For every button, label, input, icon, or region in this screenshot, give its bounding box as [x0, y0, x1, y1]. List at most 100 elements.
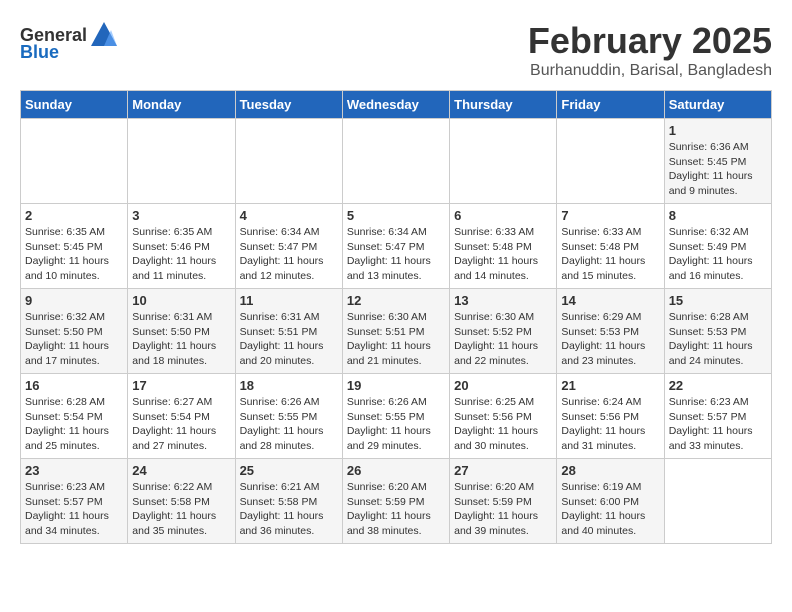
calendar-cell: 23 Sunrise: 6:23 AM Sunset: 5:57 PM Dayli…: [21, 459, 128, 544]
day-number: 12: [347, 293, 445, 308]
calendar-cell: 8 Sunrise: 6:32 AM Sunset: 5:49 PM Daylig…: [664, 204, 771, 289]
location-title: Burhanuddin, Barisal, Bangladesh: [528, 62, 772, 80]
day-info: Sunrise: 6:27 AM Sunset: 5:54 PM Dayligh…: [132, 395, 230, 454]
calendar-cell: 20 Sunrise: 6:25 AM Sunset: 5:56 PM Dayli…: [450, 374, 557, 459]
day-info: Sunrise: 6:32 AM Sunset: 5:49 PM Dayligh…: [669, 225, 767, 284]
calendar-cell: 16 Sunrise: 6:28 AM Sunset: 5:54 PM Dayli…: [21, 374, 128, 459]
day-number: 5: [347, 208, 445, 223]
calendar-cell: 27 Sunrise: 6:20 AM Sunset: 5:59 PM Dayli…: [450, 459, 557, 544]
calendar-cell: 4 Sunrise: 6:34 AM Sunset: 5:47 PM Daylig…: [235, 204, 342, 289]
header-cell-tuesday: Tuesday: [235, 91, 342, 119]
calendar-week-3: 16 Sunrise: 6:28 AM Sunset: 5:54 PM Dayli…: [21, 374, 772, 459]
day-info: Sunrise: 6:21 AM Sunset: 5:58 PM Dayligh…: [240, 480, 338, 539]
day-number: 2: [25, 208, 123, 223]
calendar-cell: 12 Sunrise: 6:30 AM Sunset: 5:51 PM Dayli…: [342, 289, 449, 374]
calendar-cell: 25 Sunrise: 6:21 AM Sunset: 5:58 PM Dayli…: [235, 459, 342, 544]
day-info: Sunrise: 6:26 AM Sunset: 5:55 PM Dayligh…: [240, 395, 338, 454]
calendar-cell: [450, 119, 557, 204]
calendar-header-row: SundayMondayTuesdayWednesdayThursdayFrid…: [21, 91, 772, 119]
day-number: 21: [561, 378, 659, 393]
day-number: 9: [25, 293, 123, 308]
page-header: General Blue February 2025 Burhanuddin, …: [20, 20, 772, 80]
calendar-week-1: 2 Sunrise: 6:35 AM Sunset: 5:45 PM Daylig…: [21, 204, 772, 289]
calendar-cell: 24 Sunrise: 6:22 AM Sunset: 5:58 PM Dayli…: [128, 459, 235, 544]
calendar-cell: 14 Sunrise: 6:29 AM Sunset: 5:53 PM Dayli…: [557, 289, 664, 374]
calendar-cell: [128, 119, 235, 204]
calendar-cell: 2 Sunrise: 6:35 AM Sunset: 5:45 PM Daylig…: [21, 204, 128, 289]
calendar-cell: 18 Sunrise: 6:26 AM Sunset: 5:55 PM Dayli…: [235, 374, 342, 459]
day-info: Sunrise: 6:22 AM Sunset: 5:58 PM Dayligh…: [132, 480, 230, 539]
calendar-cell: 7 Sunrise: 6:33 AM Sunset: 5:48 PM Daylig…: [557, 204, 664, 289]
header-cell-wednesday: Wednesday: [342, 91, 449, 119]
day-info: Sunrise: 6:25 AM Sunset: 5:56 PM Dayligh…: [454, 395, 552, 454]
day-number: 18: [240, 378, 338, 393]
header-cell-thursday: Thursday: [450, 91, 557, 119]
day-number: 20: [454, 378, 552, 393]
day-info: Sunrise: 6:30 AM Sunset: 5:52 PM Dayligh…: [454, 310, 552, 369]
header-cell-sunday: Sunday: [21, 91, 128, 119]
calendar-cell: 17 Sunrise: 6:27 AM Sunset: 5:54 PM Dayli…: [128, 374, 235, 459]
day-info: Sunrise: 6:28 AM Sunset: 5:54 PM Dayligh…: [25, 395, 123, 454]
day-number: 27: [454, 463, 552, 478]
calendar-cell: 28 Sunrise: 6:19 AM Sunset: 6:00 PM Dayli…: [557, 459, 664, 544]
day-number: 13: [454, 293, 552, 308]
day-info: Sunrise: 6:20 AM Sunset: 5:59 PM Dayligh…: [454, 480, 552, 539]
calendar-cell: 21 Sunrise: 6:24 AM Sunset: 5:56 PM Dayli…: [557, 374, 664, 459]
header-cell-monday: Monday: [128, 91, 235, 119]
day-number: 19: [347, 378, 445, 393]
day-number: 10: [132, 293, 230, 308]
calendar-cell: [342, 119, 449, 204]
day-number: 4: [240, 208, 338, 223]
calendar-week-2: 9 Sunrise: 6:32 AM Sunset: 5:50 PM Daylig…: [21, 289, 772, 374]
day-number: 24: [132, 463, 230, 478]
day-number: 14: [561, 293, 659, 308]
day-number: 17: [132, 378, 230, 393]
calendar-cell: 3 Sunrise: 6:35 AM Sunset: 5:46 PM Daylig…: [128, 204, 235, 289]
day-info: Sunrise: 6:33 AM Sunset: 5:48 PM Dayligh…: [454, 225, 552, 284]
day-number: 16: [25, 378, 123, 393]
day-info: Sunrise: 6:30 AM Sunset: 5:51 PM Dayligh…: [347, 310, 445, 369]
day-info: Sunrise: 6:31 AM Sunset: 5:51 PM Dayligh…: [240, 310, 338, 369]
day-info: Sunrise: 6:31 AM Sunset: 5:50 PM Dayligh…: [132, 310, 230, 369]
title-block: February 2025 Burhanuddin, Barisal, Bang…: [528, 20, 772, 80]
day-number: 23: [25, 463, 123, 478]
day-number: 25: [240, 463, 338, 478]
day-info: Sunrise: 6:35 AM Sunset: 5:46 PM Dayligh…: [132, 225, 230, 284]
calendar-cell: 13 Sunrise: 6:30 AM Sunset: 5:52 PM Dayli…: [450, 289, 557, 374]
calendar-cell: [235, 119, 342, 204]
header-cell-friday: Friday: [557, 91, 664, 119]
calendar-body: 1Sunrise: 6:36 AM Sunset: 5:45 PM Daylig…: [21, 119, 772, 544]
day-number: 28: [561, 463, 659, 478]
day-number: 8: [669, 208, 767, 223]
calendar-cell: [557, 119, 664, 204]
day-number: 26: [347, 463, 445, 478]
day-info: Sunrise: 6:33 AM Sunset: 5:48 PM Dayligh…: [561, 225, 659, 284]
calendar-cell: 6Sunrise: 6:33 AM Sunset: 5:48 PM Daylig…: [450, 204, 557, 289]
logo: General Blue: [20, 20, 119, 63]
day-info: Sunrise: 6:24 AM Sunset: 5:56 PM Dayligh…: [561, 395, 659, 454]
calendar-cell: 5Sunrise: 6:34 AM Sunset: 5:47 PM Daylig…: [342, 204, 449, 289]
day-info: Sunrise: 6:35 AM Sunset: 5:45 PM Dayligh…: [25, 225, 123, 284]
calendar-cell: 9 Sunrise: 6:32 AM Sunset: 5:50 PM Daylig…: [21, 289, 128, 374]
calendar-cell: 11 Sunrise: 6:31 AM Sunset: 5:51 PM Dayli…: [235, 289, 342, 374]
header-cell-saturday: Saturday: [664, 91, 771, 119]
calendar-cell: 10 Sunrise: 6:31 AM Sunset: 5:50 PM Dayli…: [128, 289, 235, 374]
calendar-cell: 1Sunrise: 6:36 AM Sunset: 5:45 PM Daylig…: [664, 119, 771, 204]
day-info: Sunrise: 6:34 AM Sunset: 5:47 PM Dayligh…: [240, 225, 338, 284]
calendar-cell: 19 Sunrise: 6:26 AM Sunset: 5:55 PM Dayli…: [342, 374, 449, 459]
day-info: Sunrise: 6:32 AM Sunset: 5:50 PM Dayligh…: [25, 310, 123, 369]
calendar-cell: 26Sunrise: 6:20 AM Sunset: 5:59 PM Dayli…: [342, 459, 449, 544]
calendar-cell: [21, 119, 128, 204]
day-info: Sunrise: 6:23 AM Sunset: 5:57 PM Dayligh…: [25, 480, 123, 539]
day-info: Sunrise: 6:28 AM Sunset: 5:53 PM Dayligh…: [669, 310, 767, 369]
day-info: Sunrise: 6:29 AM Sunset: 5:53 PM Dayligh…: [561, 310, 659, 369]
day-info: Sunrise: 6:19 AM Sunset: 6:00 PM Dayligh…: [561, 480, 659, 539]
day-info: Sunrise: 6:26 AM Sunset: 5:55 PM Dayligh…: [347, 395, 445, 454]
day-number: 7: [561, 208, 659, 223]
day-number: 3: [132, 208, 230, 223]
day-number: 11: [240, 293, 338, 308]
calendar-week-0: 1Sunrise: 6:36 AM Sunset: 5:45 PM Daylig…: [21, 119, 772, 204]
day-info: Sunrise: 6:36 AM Sunset: 5:45 PM Dayligh…: [669, 140, 767, 199]
calendar-cell: 22Sunrise: 6:23 AM Sunset: 5:57 PM Dayli…: [664, 374, 771, 459]
calendar-cell: 15Sunrise: 6:28 AM Sunset: 5:53 PM Dayli…: [664, 289, 771, 374]
